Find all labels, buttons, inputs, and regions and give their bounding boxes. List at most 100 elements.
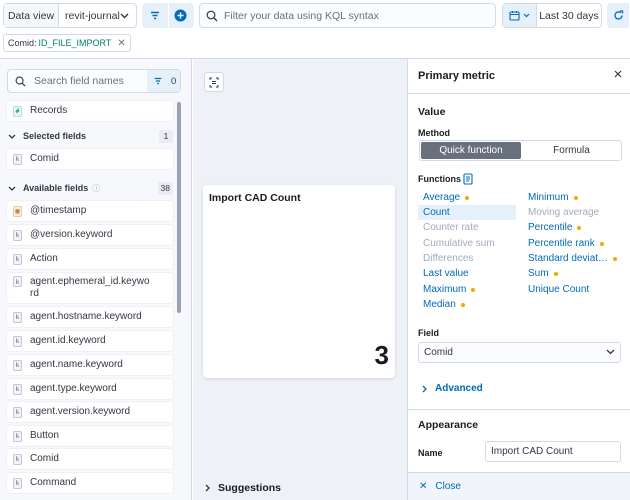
keyword-type-icon: k: [13, 477, 22, 489]
available-field-item[interactable]: k agent.version.keyword: [7, 402, 173, 422]
kql-search-input[interactable]: Filter your data using KQL syntax: [199, 3, 496, 28]
formula-option[interactable]: Formula: [522, 141, 621, 160]
function-last-value[interactable]: Last value: [423, 268, 469, 279]
keyword-type-icon: k: [13, 453, 22, 465]
filter-count: 0: [171, 75, 177, 87]
function-sum[interactable]: Sum: [528, 268, 558, 279]
close-icon[interactable]: ✕: [117, 38, 125, 49]
records-field[interactable]: # Records: [7, 101, 173, 121]
data-view-value: revit-journal: [65, 9, 120, 22]
date-picker[interactable]: Last 30 days: [502, 3, 602, 28]
workspace: Import CAD Count 3 Suggestions: [193, 59, 407, 500]
close-icon: ✕: [419, 481, 428, 492]
data-view-select[interactable]: revit-journal: [59, 4, 136, 27]
chevron-down-icon: [606, 349, 615, 355]
filter-icon: [151, 11, 159, 20]
available-fields-toggle[interactable]: Available fields ⓘ 38: [8, 180, 173, 196]
filter-pill-value: ID_FILE_IMPORT: [38, 38, 112, 48]
quick-function-option[interactable]: Quick function: [421, 142, 521, 159]
function-maximum[interactable]: Maximum: [423, 284, 476, 295]
panel-title: Primary metric: [418, 70, 496, 82]
calendar-icon: [509, 11, 520, 21]
function-counter-rate: Counter rate: [423, 222, 479, 233]
date-range-label[interactable]: Last 30 days: [537, 4, 601, 27]
selected-field-item[interactable]: k Comid: [7, 149, 173, 169]
filter-pill[interactable]: Comid: ID_FILE_IMPORT ✕: [3, 34, 131, 52]
available-field-item[interactable]: k agent.name.keyword: [7, 355, 173, 375]
keyword-type-icon: k: [13, 430, 22, 442]
selected-count-badge: 1: [159, 129, 173, 143]
field-list-scrollbar[interactable]: [177, 102, 181, 313]
function-standard-deviation[interactable]: Standard deviat…: [528, 253, 618, 264]
function-moving-average: Moving average: [528, 207, 600, 218]
keyword-type-icon: k: [13, 335, 22, 347]
function-percentile[interactable]: Percentile: [528, 222, 582, 233]
function-count[interactable]: Count: [418, 205, 516, 220]
workspace-toolbar-button[interactable]: [204, 72, 224, 92]
filter-options-group: [142, 3, 194, 28]
advanced-toggle[interactable]: Advanced: [422, 383, 483, 394]
metric-title: Import CAD Count: [209, 192, 301, 204]
field-search-input[interactable]: Search field names 0: [7, 69, 181, 93]
refresh-button[interactable]: [607, 3, 629, 28]
chevron-down-icon: [8, 134, 16, 139]
function-unique-count[interactable]: Unique Count: [528, 284, 589, 295]
function-differences: Differences: [423, 253, 474, 264]
chevron-right-icon: [422, 385, 427, 392]
search-icon: [15, 76, 26, 87]
plus-circle-icon: [174, 9, 187, 22]
field-list-panel: Search field names 0 # Records Selected …: [0, 59, 192, 500]
chevron-down-icon: [523, 13, 530, 18]
keyword-type-icon: k: [13, 276, 22, 287]
field-select[interactable]: Comid: [418, 342, 621, 363]
close-panel-button[interactable]: [614, 70, 622, 81]
available-field-item[interactable]: k agent.ephemeral_id.keyword: [7, 273, 173, 303]
function-percentile-rank[interactable]: Percentile rank: [528, 238, 604, 249]
filter-menu-button[interactable]: [149, 11, 161, 23]
method-toggle: Quick function Formula: [419, 140, 622, 161]
filter-icon: [154, 77, 162, 85]
search-icon: [206, 10, 218, 21]
available-field-item[interactable]: k agent.id.keyword: [7, 331, 173, 351]
date-type-icon: ▦: [13, 205, 22, 217]
metric-value: 3: [374, 340, 389, 370]
divider: [408, 409, 630, 410]
warning-dot: [613, 256, 618, 261]
field-type-filter-button[interactable]: 0: [147, 70, 180, 92]
available-field-item[interactable]: k Command: [7, 473, 173, 493]
available-field-item[interactable]: k @version.keyword: [7, 225, 173, 245]
available-field-item[interactable]: k Comid: [7, 449, 173, 469]
warning-dot: [553, 271, 558, 276]
data-view-picker[interactable]: Data view revit-journal: [3, 3, 137, 28]
function-average[interactable]: Average: [423, 192, 470, 203]
functions-label: Functions: [418, 174, 461, 184]
documentation-icon[interactable]: [463, 173, 473, 185]
name-input[interactable]: Import CAD Count: [485, 441, 621, 462]
available-field-item[interactable]: k Button: [7, 426, 173, 446]
close-button[interactable]: ✕ Close: [408, 472, 630, 500]
available-field-item[interactable]: ▦ @timestamp: [7, 201, 173, 221]
add-filter-button[interactable]: [174, 9, 187, 25]
info-icon[interactable]: ⓘ: [92, 183, 100, 194]
filter-pill-key: Comid:: [8, 38, 37, 48]
quick-date-menu-button[interactable]: [503, 4, 537, 27]
name-label: Name: [418, 448, 443, 458]
divider: [408, 93, 630, 94]
chevron-down-icon: [120, 13, 129, 18]
function-median[interactable]: Median: [423, 299, 465, 310]
available-field-item[interactable]: k Action: [7, 249, 173, 269]
warning-dot: [599, 241, 604, 246]
suggestions-toggle[interactable]: Suggestions: [205, 482, 281, 494]
available-field-item[interactable]: k agent.hostname.keyword: [7, 307, 173, 327]
refresh-icon: [613, 10, 623, 20]
appearance-heading: Appearance: [418, 419, 479, 431]
metric-visualization[interactable]: Import CAD Count 3: [203, 185, 395, 378]
function-minimum[interactable]: Minimum: [528, 192, 578, 203]
keyword-type-icon: k: [13, 229, 22, 241]
data-view-label: Data view: [4, 4, 59, 27]
selected-fields-toggle[interactable]: Selected fields 1: [8, 128, 173, 144]
available-field-item[interactable]: k agent.type.keyword: [7, 379, 173, 399]
method-label: Method: [418, 128, 450, 138]
number-type-icon: #: [13, 105, 22, 117]
chevron-right-icon: [205, 484, 210, 492]
